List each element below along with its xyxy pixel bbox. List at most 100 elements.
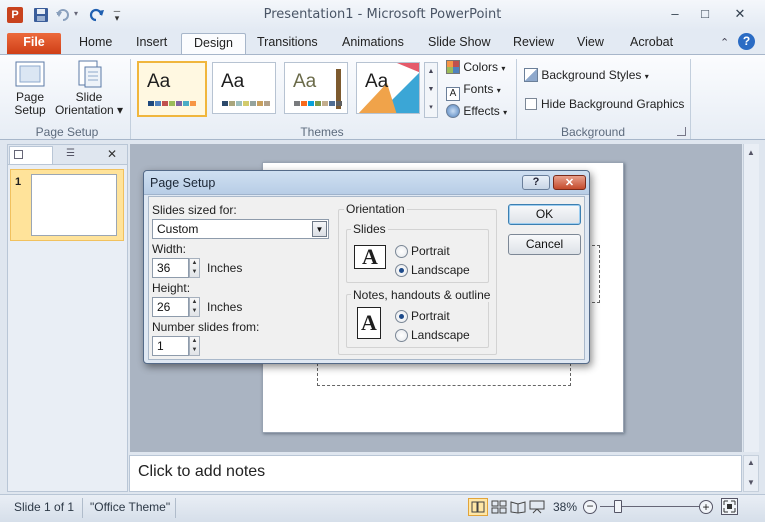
tab-view[interactable]: View [565, 33, 616, 54]
slide-thumbnail-item[interactable]: 1 [10, 169, 124, 241]
slide-count-status[interactable]: Slide 1 of 1 [14, 500, 74, 514]
width-unit: Inches [207, 261, 243, 275]
height-input[interactable]: 26 [152, 297, 189, 317]
notes-pane[interactable]: Click to add notes [129, 455, 742, 492]
number-slides-from-stepper[interactable]: ▲ ▼ [189, 336, 200, 356]
background-dialog-launcher-icon[interactable] [677, 127, 686, 136]
slide-thumbnail [31, 174, 117, 236]
normal-view-icon[interactable] [468, 498, 488, 516]
slides-portrait-label[interactable]: Portrait [411, 244, 450, 258]
fonts-button[interactable]: A Fonts ▾ [446, 82, 501, 101]
page-setup-group-label: Page Setup [35, 125, 99, 139]
slides-landscape-radio[interactable] [395, 264, 408, 277]
fonts-icon: A [446, 87, 460, 101]
zoom-out-button[interactable]: − [583, 500, 597, 514]
scroll-up-icon[interactable]: ▲ [747, 458, 755, 467]
background-group-label: Background [560, 125, 626, 139]
tab-animations[interactable]: Animations [330, 33, 416, 54]
theme-adjacency[interactable]: Aa [212, 62, 276, 114]
tab-home[interactable]: Home [67, 33, 124, 54]
checkbox-icon [525, 98, 537, 110]
width-label: Width: [152, 242, 187, 256]
slide-orientation-button[interactable]: Slide Orientation ▾ [54, 59, 124, 117]
dialog-help-button[interactable]: ? [522, 175, 550, 190]
themes-gallery-scroll[interactable]: ▲ ▼ ▾ [424, 62, 438, 118]
vertical-scrollbar[interactable]: ▲ [743, 144, 759, 452]
dialog-close-button[interactable]: ✕ [553, 175, 586, 190]
fit-to-window-icon[interactable] [721, 498, 738, 515]
close-pane-icon[interactable]: ✕ [107, 147, 117, 161]
slide-sorter-icon[interactable] [491, 500, 507, 514]
tab-slide-show[interactable]: Slide Show [416, 33, 503, 54]
tab-review[interactable]: Review [501, 33, 566, 54]
ribbon-tabs: File Home Insert Design Transitions Anim… [0, 30, 765, 54]
outline-tab[interactable]: ☰ [54, 146, 104, 164]
page-setup-button[interactable]: Page Setup [8, 59, 52, 117]
hide-background-graphics-checkbox[interactable]: Hide Background Graphics [525, 97, 684, 111]
slides-pane-header: ☰ ✕ [8, 145, 127, 165]
group-separator [130, 59, 131, 139]
reading-view-icon[interactable] [510, 500, 526, 514]
tab-transitions[interactable]: Transitions [245, 33, 330, 54]
height-stepper[interactable]: ▲ ▼ [189, 297, 200, 317]
theme-office[interactable]: Aa [137, 61, 207, 117]
slides-tab[interactable] [9, 146, 53, 164]
tab-insert[interactable]: Insert [124, 33, 179, 54]
dialog-title-bar[interactable]: Page Setup ? ✕ [144, 171, 589, 195]
number-slides-from-input[interactable]: 1 [152, 336, 189, 356]
slides-sized-for-label: Slides sized for: [152, 203, 237, 217]
width-input[interactable]: 36 [152, 258, 189, 278]
number-slides-from-label: Number slides from: [152, 320, 260, 334]
background-styles-icon [524, 68, 538, 82]
zoom-slider-thumb[interactable] [614, 500, 622, 513]
window-title: Presentation1 - Microsoft PowerPoint [263, 7, 502, 22]
slides-sized-for-select[interactable]: Custom ▼ [152, 219, 329, 239]
slides-portrait-radio[interactable] [395, 245, 408, 258]
theme-name-status[interactable]: "Office Theme" [90, 500, 170, 514]
height-label: Height: [152, 281, 191, 295]
minimize-button[interactable]: – [662, 6, 688, 24]
effects-icon [446, 104, 460, 118]
group-separator [516, 59, 517, 139]
ok-button[interactable]: OK [508, 204, 581, 225]
slide-show-icon[interactable] [529, 500, 545, 514]
outline-tab-icon: ☰ [66, 148, 75, 159]
dialog-body: Slides sized for: Custom ▼ Width: 36 ▲ ▼ … [148, 196, 585, 360]
status-separator [175, 498, 176, 518]
zoom-level[interactable]: 38% [553, 500, 577, 514]
tab-acrobat[interactable]: Acrobat [618, 33, 685, 54]
minimize-ribbon-icon[interactable]: ⌃ [720, 36, 729, 49]
scroll-up-icon[interactable]: ▲ [747, 148, 755, 157]
tab-file[interactable]: File [7, 33, 61, 54]
slides-landscape-label[interactable]: Landscape [411, 263, 470, 277]
cancel-button[interactable]: Cancel [508, 234, 581, 255]
background-styles-button[interactable]: Background Styles ▾ [524, 68, 649, 82]
theme-apex[interactable]: Aa [356, 62, 420, 114]
notes-landscape-radio[interactable] [395, 329, 408, 342]
notes-landscape-label[interactable]: Landscape [411, 328, 470, 342]
status-separator [82, 498, 83, 518]
restore-button[interactable]: □ [692, 6, 718, 24]
orientation-label: Orientation [344, 202, 407, 216]
notes-portrait-radio[interactable] [395, 310, 408, 323]
slides-pane: ☰ ✕ 1 [7, 144, 128, 492]
scroll-down-icon[interactable]: ▼ [747, 478, 755, 487]
help-icon[interactable]: ? [738, 33, 755, 50]
effects-button[interactable]: Effects ▾ [446, 104, 507, 118]
page-setup-icon [14, 59, 46, 89]
page-setup-dialog: Page Setup ? ✕ Slides sized for: Custom … [143, 170, 590, 364]
width-stepper[interactable]: ▲ ▼ [189, 258, 200, 278]
landscape-page-icon: A [354, 245, 386, 269]
colors-button[interactable]: Colors ▾ [446, 60, 505, 74]
title-bar: P ▾ ─ ▾ Presentation1 - Microsoft PowerPo… [0, 0, 765, 30]
status-bar: Slide 1 of 1 "Office Theme" 38% − + [0, 494, 765, 522]
notes-scrollbar[interactable]: ▲ ▼ [743, 455, 759, 492]
slide-number: 1 [15, 176, 22, 188]
portrait-page-icon: A [357, 307, 381, 339]
chevron-down-icon[interactable]: ▼ [312, 221, 327, 237]
notes-portrait-label[interactable]: Portrait [411, 309, 450, 323]
close-button[interactable]: ✕ [727, 6, 753, 24]
theme-angles[interactable]: Aa [284, 62, 348, 114]
tab-design[interactable]: Design [181, 33, 246, 54]
zoom-in-button[interactable]: + [699, 500, 713, 514]
